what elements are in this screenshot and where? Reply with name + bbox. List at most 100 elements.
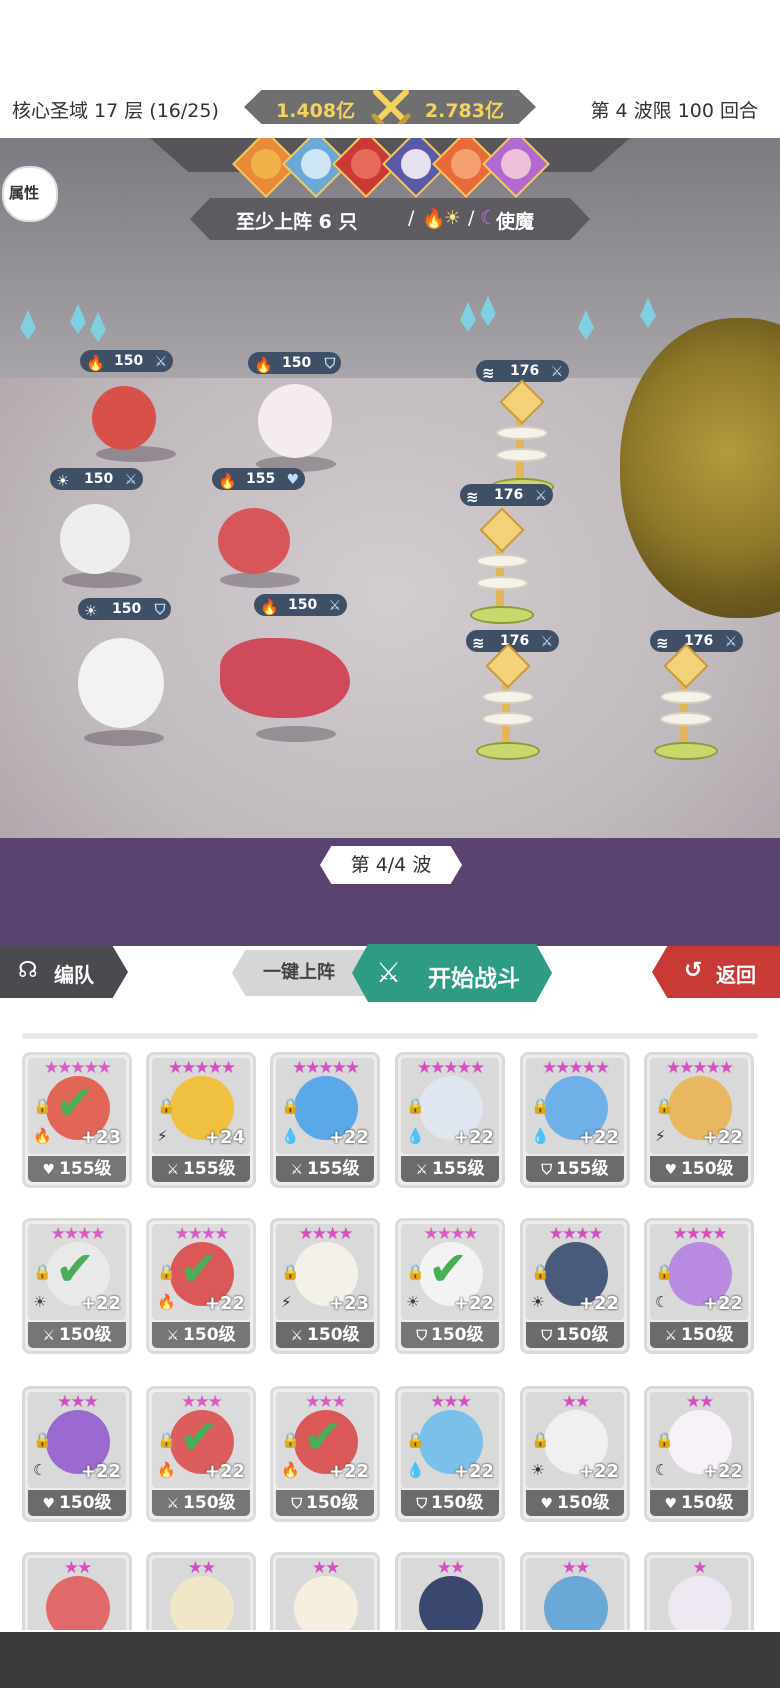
hero-card[interactable]: ★★★★★ 🔒 🔥 +23 ✔ ♥ 155级: [22, 1052, 132, 1188]
hero-level: 150级: [681, 1325, 734, 1345]
requirement-type: 使魔: [496, 211, 535, 233]
ally-level-tag: 🔥 150 ⚔: [80, 350, 174, 372]
ally-unit[interactable]: [218, 508, 290, 574]
hero-card[interactable]: ★★★★ 🔒 ☾ +22 ⚔ 150级: [644, 1218, 754, 1354]
hero-level-bar: ⚔ 150级: [28, 1322, 126, 1348]
role-icon: ♥: [664, 1496, 678, 1512]
lock-icon: 🔒: [531, 1431, 550, 1449]
hero-card[interactable]: ★★★★★ 🔒 💧 +22 ⛉ 155级: [520, 1052, 630, 1188]
hero-level: 150级: [431, 1325, 484, 1345]
star-rating: ★★: [436, 1558, 465, 1578]
ally-unit[interactable]: [258, 384, 332, 458]
enemy-tower[interactable]: [476, 643, 540, 760]
star-rating: ★★: [561, 1558, 590, 1578]
ally-unit[interactable]: [92, 386, 156, 450]
lock-icon: 🔒: [281, 1097, 300, 1115]
hero-card[interactable]: ★★★★★ 🔒 💧 +22 ⚔ 155级: [270, 1052, 380, 1188]
start-battle-button[interactable]: ⚔ 开始战斗: [352, 944, 552, 1002]
moon-icon: ☾: [480, 207, 498, 229]
star-rating: ★★★: [430, 1392, 472, 1412]
requirement-separator: /: [408, 207, 415, 229]
hero-card[interactable]: ★★★★ 🔒 ☀ +22 ✔ ⛉ 150级: [395, 1218, 505, 1354]
lock-icon: 🔒: [157, 1263, 176, 1281]
role-icon: ♥: [42, 1496, 56, 1512]
ally-level-tag: ☀ 150 ⛉: [78, 598, 172, 620]
team-button[interactable]: ☊ 编队: [0, 946, 128, 998]
enhance-level: +22: [328, 1127, 369, 1148]
hero-card[interactable]: ★★ 🔒 ☀ +22 ♥ 150级: [520, 1386, 630, 1522]
ally-level-tag: 🔥 150 ⚔: [254, 594, 348, 616]
star-rating: ★★★★: [672, 1224, 728, 1244]
sword-icon: ⚔: [124, 472, 138, 488]
sun-icon: ☀: [444, 207, 462, 229]
return-icon: ↺: [684, 958, 703, 983]
enemy-tower[interactable]: [470, 507, 534, 624]
hero-card[interactable]: ★★★ 🔒 🔥 +22 ✔ ⚔ 150级: [146, 1386, 256, 1522]
enemy-tower[interactable]: [654, 643, 718, 760]
role-icon: ⚔: [166, 1328, 180, 1344]
hero-card[interactable]: ★★: [270, 1552, 380, 1630]
hero-face: [419, 1576, 483, 1630]
hero-card[interactable]: ★★★★★ 🔒 ⚡ +22 ♥ 150级: [644, 1052, 754, 1188]
enemy-tower[interactable]: [490, 379, 554, 496]
cave-background: [0, 138, 780, 378]
hero-card[interactable]: ★★: [22, 1552, 132, 1630]
sword-icon: ⚔: [550, 364, 564, 380]
ally-unit[interactable]: [78, 638, 164, 728]
sun-icon: ☀: [84, 602, 98, 620]
hero-card[interactable]: ★★★ 🔒 💧 +22 ⛉ 150级: [395, 1386, 505, 1522]
element-icon: ☾: [655, 1293, 669, 1311]
battlefield: 属性 至少上阵 6 只 🔥 / ☀ / ☾ 使魔 🔥 150 ⚔ 🔥 150 ⛉ ☀ 15…: [0, 138, 780, 946]
wind-icon: ≋: [466, 488, 479, 506]
hero-card[interactable]: ★★★★★ 🔒 ⚡ +24 ⚔ 155级: [146, 1052, 256, 1188]
lock-icon: 🔒: [281, 1431, 300, 1449]
wave-indicator: 第 4/4 波: [320, 846, 462, 884]
fire-icon: 🔥: [422, 208, 446, 230]
hero-card[interactable]: ★: [644, 1552, 754, 1630]
hero-level: 155级: [432, 1159, 485, 1179]
role-icon: ⚔: [290, 1328, 304, 1344]
element-icon: ☾: [655, 1461, 669, 1479]
attribute-button[interactable]: 属性: [2, 166, 58, 222]
back-button[interactable]: ↺ 返回: [652, 946, 780, 998]
lock-icon: 🔒: [33, 1097, 52, 1115]
role-icon: ⛉: [416, 1496, 428, 1512]
hero-card[interactable]: ★★★ 🔒 🔥 +22 ✔ ⛉ 150级: [270, 1386, 380, 1522]
hero-level: 155级: [556, 1159, 609, 1179]
hero-card[interactable]: ★★: [395, 1552, 505, 1630]
headset-icon: ☊: [18, 958, 38, 983]
lock-icon: 🔒: [33, 1263, 52, 1281]
hero-level-bar: ⚔ 150级: [276, 1322, 374, 1348]
hero-level-bar: ⛉ 150级: [401, 1322, 499, 1348]
unit-shadow: [96, 446, 176, 462]
ally-unit[interactable]: [60, 504, 130, 574]
team-label: 编队: [54, 963, 94, 987]
ally-level-tag: 🔥 150 ⛉: [248, 352, 342, 374]
hero-card[interactable]: ★★★★ 🔒 ☀ +22 ✔ ⚔ 150级: [22, 1218, 132, 1354]
lock-icon: 🔒: [281, 1263, 300, 1281]
hero-card[interactable]: ★★: [146, 1552, 256, 1630]
hero-card[interactable]: ★★★★ 🔒 ⚡ +23 ⚔ 150级: [270, 1218, 380, 1354]
hero-card[interactable]: ★★ 🔒 ☾ +22 ♥ 150级: [644, 1386, 754, 1522]
hero-card[interactable]: ★★★★ 🔒 🔥 +22 ✔ ⚔ 150级: [146, 1218, 256, 1354]
role-icon: ⚔: [166, 1162, 180, 1178]
hero-card[interactable]: ★★★★ 🔒 ☀ +22 ⛉ 150级: [520, 1218, 630, 1354]
requirement-separator: /: [468, 207, 475, 229]
lock-icon: 🔒: [655, 1097, 674, 1115]
roster-scroll-indicator[interactable]: [22, 1033, 758, 1039]
hero-card[interactable]: ★★: [520, 1552, 630, 1630]
lock-icon: 🔒: [406, 1097, 425, 1115]
hero-card[interactable]: ★★★★★ 🔒 💧 +22 ⚔ 155级: [395, 1052, 505, 1188]
element-icon: ☀: [531, 1293, 545, 1311]
fire-icon: 🔥: [254, 356, 273, 374]
hero-card[interactable]: ★★★ 🔒 ☾ +22 ♥ 150级: [22, 1386, 132, 1522]
role-icon: ⚔: [415, 1162, 429, 1178]
enemy-level-tag: ≋176⚔: [650, 630, 744, 652]
hero-level-bar: ⛉ 150级: [276, 1490, 374, 1516]
role-icon: ⚔: [166, 1496, 180, 1512]
quick-deploy-button[interactable]: 一键上阵: [232, 950, 366, 996]
element-icon: 🔥: [33, 1127, 52, 1145]
lock-icon: 🔒: [655, 1263, 674, 1281]
star-rating: ★★★★★: [416, 1058, 485, 1078]
role-icon: ⛉: [541, 1162, 553, 1178]
